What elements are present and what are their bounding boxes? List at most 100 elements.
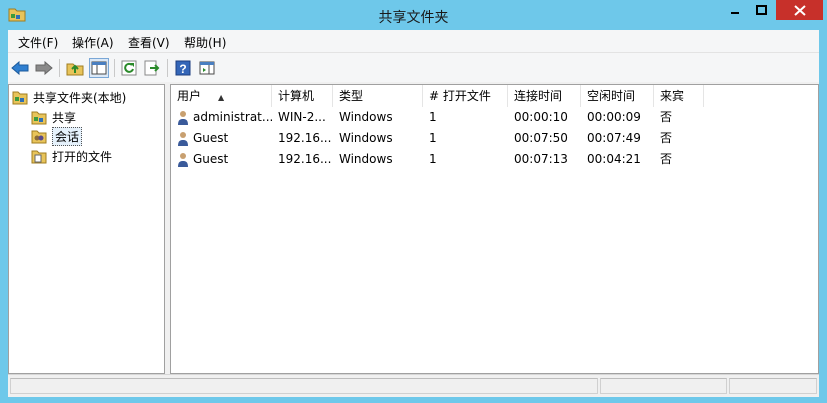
tree-item-label: 打开的文件 bbox=[52, 149, 113, 164]
menu-file[interactable]: 文件(F) bbox=[18, 34, 58, 51]
toolbar: ? bbox=[8, 52, 819, 83]
close-button[interactable] bbox=[776, 0, 823, 20]
sessions-folder-icon bbox=[31, 130, 47, 143]
user-icon bbox=[178, 132, 188, 146]
svg-text:?: ? bbox=[179, 62, 186, 76]
cell-computer: WIN-2... bbox=[278, 110, 326, 124]
column-header-computer[interactable]: 计算机 bbox=[272, 85, 333, 107]
column-header-label: 空闲时间 bbox=[587, 89, 636, 103]
back-arrow-icon bbox=[11, 61, 29, 75]
column-header-label: 连接时间 bbox=[514, 89, 563, 103]
cell-computer: 192.16... bbox=[278, 152, 332, 166]
column-header-label: 用户 bbox=[177, 89, 202, 103]
cell-user: Guest bbox=[171, 128, 272, 149]
tree-item-open-files[interactable]: 打开的文件 bbox=[31, 147, 112, 165]
shares-folder-icon bbox=[31, 111, 47, 124]
menu-view[interactable]: 查看(V) bbox=[128, 34, 170, 51]
close-icon bbox=[793, 4, 806, 16]
tree-item-label: 会话 bbox=[52, 126, 83, 146]
show-hide-tree-icon bbox=[91, 61, 107, 75]
cell-connected-time: 00:07:13 bbox=[514, 152, 568, 166]
maximize-icon bbox=[756, 5, 767, 15]
cell-idle-time: 00:07:49 bbox=[587, 131, 641, 145]
forward-button[interactable] bbox=[34, 58, 54, 78]
cell-connected-time: 00:07:50 bbox=[514, 131, 568, 145]
title-bar[interactable]: 共享文件夹 bbox=[0, 0, 827, 30]
help-icon: ? bbox=[175, 60, 191, 76]
column-header-label: 来宾 bbox=[660, 89, 685, 103]
up-folder-icon bbox=[66, 63, 84, 76]
action-pane-button[interactable] bbox=[197, 58, 217, 78]
column-header-label: # 打开文件 bbox=[429, 89, 491, 103]
table-row[interactable]: Guest 192.16... Windows 1 00:07:13 00:04… bbox=[171, 149, 818, 170]
sessions-list: 用户 ▲ 计算机 类型 # 打开文件 连接时间 空闲时间 来宾 administ… bbox=[170, 84, 819, 374]
cell-guest: 否 bbox=[660, 110, 673, 124]
user-name: Guest bbox=[193, 152, 229, 166]
action-pane-icon bbox=[199, 61, 215, 75]
minimize-button[interactable] bbox=[722, 0, 747, 20]
user-icon bbox=[178, 111, 188, 125]
forward-arrow-icon bbox=[35, 61, 53, 75]
sort-ascending-icon: ▲ bbox=[218, 93, 225, 102]
cell-open-files: 1 bbox=[429, 152, 437, 166]
export-list-button[interactable] bbox=[142, 58, 162, 78]
toolbar-separator bbox=[167, 59, 168, 77]
column-header-label: 计算机 bbox=[278, 89, 315, 103]
cell-guest: 否 bbox=[660, 152, 673, 166]
column-header-type[interactable]: 类型 bbox=[333, 85, 423, 107]
tree-item-sessions[interactable]: 会话 bbox=[31, 126, 83, 146]
cell-idle-time: 00:04:21 bbox=[587, 152, 641, 166]
cell-type: Windows bbox=[339, 152, 393, 166]
tree-pane: 共享文件夹(本地) 共享 会话 打开的文件 bbox=[8, 84, 165, 374]
maximize-button[interactable] bbox=[748, 0, 775, 20]
menu-action[interactable]: 操作(A) bbox=[72, 34, 114, 51]
cell-user: administrat... bbox=[171, 107, 272, 128]
cell-guest: 否 bbox=[660, 131, 673, 145]
status-segment bbox=[729, 378, 817, 394]
cell-computer: 192.16... bbox=[278, 131, 332, 145]
minimize-icon bbox=[730, 12, 739, 14]
user-icon bbox=[178, 153, 188, 167]
tree-item-label: 共享 bbox=[52, 110, 77, 125]
back-button[interactable] bbox=[10, 58, 30, 78]
refresh-button[interactable] bbox=[119, 58, 139, 78]
table-row[interactable]: Guest 192.16... Windows 1 00:07:50 00:07… bbox=[171, 128, 818, 149]
tree-item-root[interactable]: 共享文件夹(本地) bbox=[12, 88, 126, 106]
toolbar-separator bbox=[59, 59, 60, 77]
cell-open-files: 1 bbox=[429, 110, 437, 124]
menu-help[interactable]: 帮助(H) bbox=[184, 34, 226, 51]
table-header: 用户 ▲ 计算机 类型 # 打开文件 连接时间 空闲时间 来宾 bbox=[171, 85, 818, 107]
cell-type: Windows bbox=[339, 110, 393, 124]
status-bar bbox=[8, 374, 819, 397]
up-level-button[interactable] bbox=[65, 58, 85, 78]
column-header-guest[interactable]: 来宾 bbox=[654, 85, 704, 107]
cell-type: Windows bbox=[339, 131, 393, 145]
tree-item-label: 共享文件夹(本地) bbox=[33, 90, 127, 105]
shared-folder-icon bbox=[12, 91, 28, 104]
open-files-folder-icon bbox=[31, 150, 47, 163]
menu-bar: 文件(F) 操作(A) 查看(V) 帮助(H) bbox=[8, 30, 819, 52]
column-header-idle-time[interactable]: 空闲时间 bbox=[581, 85, 654, 107]
content-area: 共享文件夹(本地) 共享 会话 打开的文件 用户 ▲ 计算机 类型 # 打开文件… bbox=[8, 82, 819, 374]
column-header-connected-time[interactable]: 连接时间 bbox=[508, 85, 581, 107]
refresh-icon bbox=[121, 60, 137, 76]
cell-connected-time: 00:00:10 bbox=[514, 110, 568, 124]
table-row[interactable]: administrat... WIN-2... Windows 1 00:00:… bbox=[171, 107, 818, 128]
user-name: administrat... bbox=[193, 110, 272, 124]
column-header-label: 类型 bbox=[339, 89, 364, 103]
cell-user: Guest bbox=[171, 149, 272, 170]
app-window: 共享文件夹 文件(F) 操作(A) 查看(V) 帮助(H) ? 共享文件夹(本地… bbox=[0, 0, 827, 403]
cell-open-files: 1 bbox=[429, 131, 437, 145]
help-button[interactable]: ? bbox=[173, 58, 193, 78]
toolbar-separator bbox=[114, 59, 115, 77]
tree-item-shares[interactable]: 共享 bbox=[31, 108, 76, 126]
status-segment bbox=[600, 378, 727, 394]
user-name: Guest bbox=[193, 131, 229, 145]
column-header-open-files[interactable]: # 打开文件 bbox=[423, 85, 508, 107]
export-list-icon bbox=[144, 60, 160, 76]
window-title: 共享文件夹 bbox=[378, 10, 449, 26]
show-hide-tree-button[interactable] bbox=[89, 58, 109, 78]
column-header-user[interactable]: 用户 ▲ bbox=[171, 85, 272, 107]
status-segment bbox=[10, 378, 598, 394]
cell-idle-time: 00:00:09 bbox=[587, 110, 641, 124]
